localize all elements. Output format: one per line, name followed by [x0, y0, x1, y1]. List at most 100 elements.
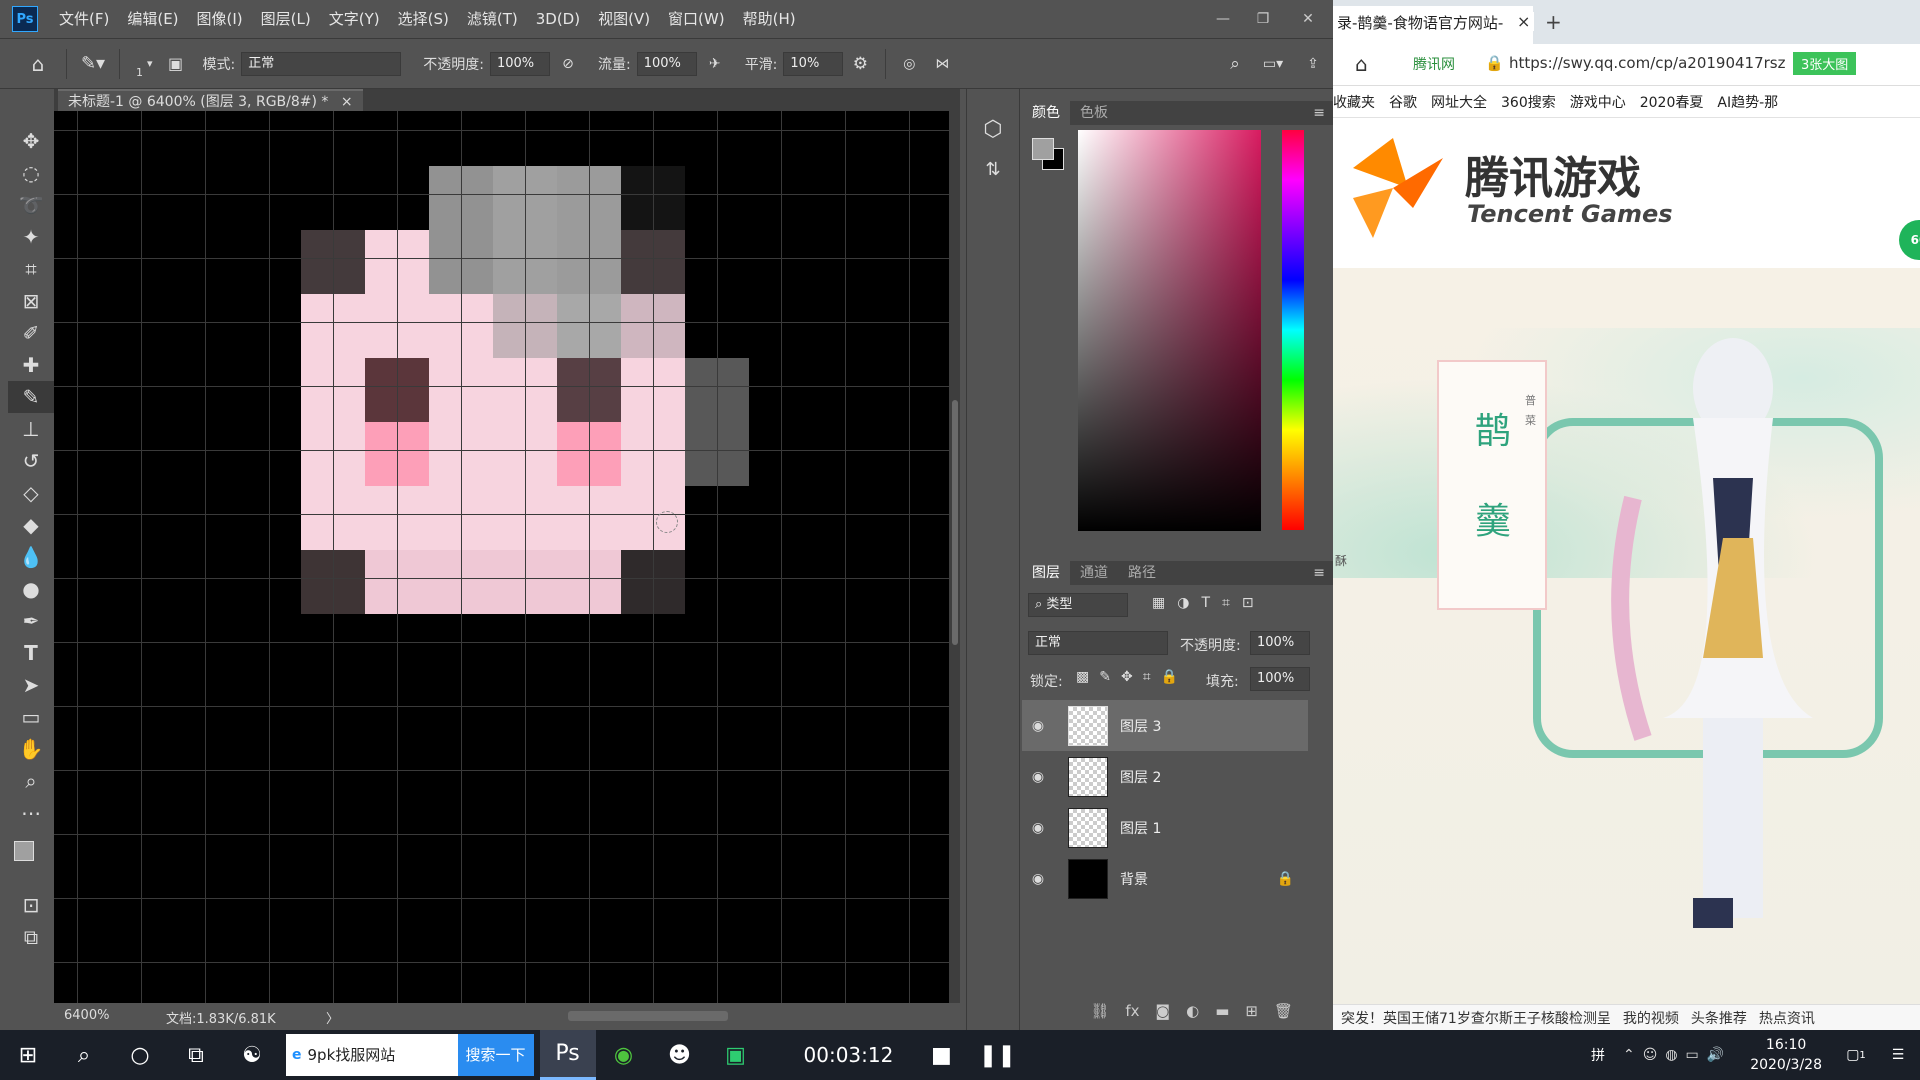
vertical-scroll-thumb[interactable] — [952, 400, 958, 645]
properties-icon[interactable]: ⇅ — [967, 149, 1019, 189]
path-selection-tool-icon[interactable]: ➤ — [8, 669, 54, 701]
zoom-level[interactable]: 6400% — [64, 1008, 109, 1023]
blend-mode-select[interactable]: 正常 — [1028, 631, 1168, 655]
crop-tool-icon[interactable]: ⌗ — [8, 253, 54, 285]
3d-cube-icon[interactable]: ⬡ — [967, 109, 1019, 149]
fill-input[interactable]: 100% — [1250, 667, 1310, 691]
news-item[interactable]: 我的视频 — [1623, 1008, 1679, 1028]
eye-icon[interactable]: ◉ — [1022, 769, 1054, 785]
url-field[interactable]: https://swy.qq.com/cp/a20190417rsz — [1509, 54, 1785, 72]
opacity-input[interactable]: 100% — [489, 51, 550, 76]
stop-icon[interactable]: ■ — [913, 1030, 969, 1080]
tab-layers[interactable]: 图层 — [1022, 561, 1070, 585]
eye-icon[interactable]: ◉ — [1022, 718, 1054, 734]
document-tab[interactable]: 未标题-1 @ 6400% (图层 3, RGB/8#) * × — [58, 89, 363, 111]
frame-tool-icon[interactable]: ⊠ — [8, 285, 54, 317]
minimize-button[interactable]: — — [1203, 11, 1243, 27]
notification-icon[interactable]: ▢ 1 — [1836, 1047, 1876, 1063]
browser-tab-close-icon[interactable]: × — [1513, 12, 1535, 31]
layer-row[interactable]: ◉ 图层 2 — [1022, 751, 1308, 802]
quick-mask-icon[interactable]: ⊡ — [8, 889, 54, 921]
gear-icon[interactable]: ⚙ — [843, 54, 877, 74]
layer-row[interactable]: ◉ 图层 1 — [1022, 802, 1308, 853]
bookmark-item[interactable]: 2020春夏 — [1640, 92, 1704, 112]
floating-badge[interactable]: 60 — [1899, 220, 1920, 260]
restore-button[interactable]: ❐ — [1243, 11, 1283, 27]
foreground-color-swatch[interactable] — [14, 841, 34, 861]
color-fg-swatch[interactable] — [1032, 138, 1054, 160]
tencent-games-logo[interactable] — [1333, 128, 1453, 248]
tab-color[interactable]: 颜色 — [1022, 101, 1070, 125]
pinned-app-icon[interactable]: ☯ — [224, 1030, 280, 1080]
screen-mode-icon[interactable]: ⧉ — [8, 921, 54, 953]
tab-channels[interactable]: 通道 — [1070, 561, 1118, 585]
photoshop-taskbar-icon[interactable]: Ps — [539, 1030, 596, 1080]
fx-icon[interactable]: fx — [1125, 1002, 1139, 1020]
menu-file[interactable]: 文件(F) — [50, 0, 118, 38]
bookmark-item[interactable]: AI趋势-那 — [1717, 92, 1778, 112]
brush-panel-icon[interactable]: ▣ — [161, 54, 191, 73]
document-tab-close-icon[interactable]: × — [341, 94, 353, 110]
taskbar-search-button[interactable]: 搜索一下 — [457, 1034, 534, 1076]
layer-name[interactable]: 背景 — [1120, 869, 1148, 889]
move-tool-icon[interactable]: ✥ — [8, 125, 54, 157]
pressure-size-icon[interactable]: ◎ — [894, 56, 924, 72]
mask-icon[interactable]: ◙ — [1156, 1002, 1171, 1020]
color-swatches[interactable] — [8, 829, 54, 889]
zoom-tool-icon[interactable]: ⌕ — [8, 765, 54, 797]
menu-image[interactable]: 图像(I) — [188, 0, 252, 38]
canvas[interactable] — [54, 111, 949, 1003]
rectangle-tool-icon[interactable]: ▭ — [8, 701, 54, 733]
screen-recorder-taskbar-icon[interactable]: ▣ — [708, 1030, 764, 1080]
lasso-tool-icon[interactable]: ➰ — [8, 189, 54, 221]
extension-button[interactable]: 3张大图 — [1793, 52, 1857, 75]
clone-stamp-tool-icon[interactable]: ⊥ — [8, 413, 54, 445]
magic-wand-tool-icon[interactable]: ✦ — [8, 221, 54, 253]
action-center-icon[interactable]: ☰ — [1876, 1047, 1920, 1063]
type-tool-icon[interactable]: T — [8, 637, 54, 669]
news-item[interactable]: 头条推荐 — [1691, 1008, 1747, 1028]
new-tab-icon[interactable]: + — [1545, 10, 1562, 34]
share-icon[interactable]: ⇪ — [1293, 56, 1333, 72]
lock-icons[interactable]: ▩✎✥⌗🔒 — [1076, 669, 1188, 685]
tray-icons[interactable]: ⌃☺◍▭🔊 — [1623, 1047, 1732, 1063]
cortana-icon[interactable]: ○ — [112, 1030, 168, 1080]
more-tools-icon[interactable]: ⋯ — [8, 797, 54, 829]
browser-taskbar-icon[interactable]: ◉ — [596, 1030, 652, 1080]
smoothing-input[interactable]: 10% — [783, 51, 844, 76]
menu-select[interactable]: 选择(S) — [389, 0, 458, 38]
app-avatar-taskbar-icon[interactable]: ☻ — [652, 1030, 708, 1080]
hand-tool-icon[interactable]: ✋ — [8, 733, 54, 765]
menu-layer[interactable]: 图层(L) — [252, 0, 320, 38]
healing-brush-tool-icon[interactable]: ✚ — [8, 349, 54, 381]
dodge-tool-icon[interactable]: ● — [8, 573, 54, 605]
flow-input[interactable]: 100% — [636, 51, 697, 76]
horizontal-scroll-thumb[interactable] — [568, 1011, 728, 1021]
taskbar-search-input[interactable]: 9pk找服网站 — [307, 1034, 458, 1076]
menu-view[interactable]: 视图(V) — [589, 0, 659, 38]
history-brush-tool-icon[interactable]: ↺ — [8, 445, 54, 477]
news-item[interactable]: 突发！英国王储71岁查尔斯王子核酸检测呈 — [1341, 1008, 1611, 1028]
bookmark-item[interactable]: 收藏夹 — [1333, 92, 1375, 112]
saturation-brightness-field[interactable] — [1078, 130, 1261, 531]
close-button[interactable]: ✕ — [1283, 11, 1333, 27]
home-icon[interactable]: ⌂ — [18, 52, 58, 76]
pause-icon[interactable]: ❚❚ — [969, 1030, 1025, 1080]
bookmark-item[interactable]: 谷歌 — [1389, 92, 1417, 112]
adjustment-icon[interactable]: ◐ — [1186, 1002, 1199, 1020]
paint-bucket-tool-icon[interactable]: ◆ — [8, 509, 54, 541]
folder-icon[interactable]: ▬ — [1215, 1002, 1229, 1020]
pen-tool-icon[interactable]: ✒ — [8, 605, 54, 637]
eyedropper-tool-icon[interactable]: ✐ — [8, 317, 54, 349]
browser-tab[interactable]: 录-鹊羹-食物语官方网站- — [1333, 6, 1533, 44]
layer-filter-icons[interactable]: ▦◑T⌗⊡ — [1152, 595, 1266, 611]
tab-swatches[interactable]: 色板 — [1070, 101, 1118, 125]
clock[interactable]: 16:10 2020/3/28 — [1750, 1035, 1822, 1075]
symmetry-icon[interactable]: ⋈ — [924, 56, 960, 72]
home-icon[interactable]: ⌂ — [1355, 52, 1368, 76]
search-icon[interactable]: ⌕ — [56, 1030, 112, 1080]
eye-icon[interactable]: ◉ — [1022, 871, 1054, 887]
taskbar-search-box[interactable]: e 9pk找服网站 搜索一下 — [286, 1034, 534, 1076]
blur-tool-icon[interactable]: 💧 — [8, 541, 54, 573]
link-icon[interactable]: ⛓ — [1090, 1002, 1109, 1020]
